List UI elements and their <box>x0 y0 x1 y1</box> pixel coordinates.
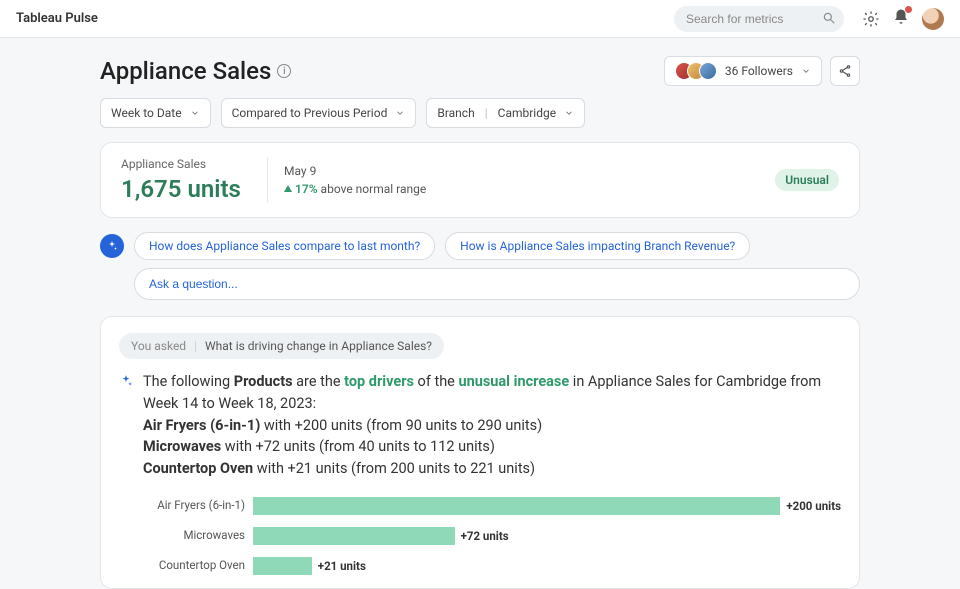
answer-seg: with +72 units (from 40 units to 112 uni… <box>221 438 495 455</box>
answer-seg: of the <box>414 373 459 390</box>
filter-comparison[interactable]: Compared to Previous Period <box>221 98 417 128</box>
chevron-down-icon <box>801 66 811 76</box>
metric-date: May 9 <box>284 164 426 178</box>
chart-bar <box>253 497 780 515</box>
chart-row: Countertop Oven +21 units <box>143 554 841 578</box>
chevron-down-icon <box>395 108 405 118</box>
search-icon <box>822 11 836 25</box>
answer-seg: Products <box>234 373 293 390</box>
suggestion-pill[interactable]: How is Appliance Sales impacting Branch … <box>445 232 750 260</box>
chart-bar <box>253 527 455 545</box>
followers-count: 36 Followers <box>725 64 793 78</box>
filter-comparison-label: Compared to Previous Period <box>232 106 388 120</box>
notification-dot-icon <box>905 6 912 13</box>
answer-seg: with +200 units (from 90 units to 290 un… <box>260 417 542 434</box>
chart-value-label: +72 units <box>461 529 509 543</box>
chart-category-label: Air Fryers (6-in-1) <box>143 499 253 512</box>
chart-track: +72 units <box>253 527 841 545</box>
ask-input[interactable] <box>134 268 860 300</box>
notifications-button[interactable] <box>892 8 910 30</box>
asked-prefix: You asked <box>131 339 186 353</box>
sparkle-icon <box>106 240 118 252</box>
chart-category-label: Countertop Oven <box>143 559 253 572</box>
answer-seg: Air Fryers (6-in-1) <box>143 417 260 434</box>
status-badge: Unusual <box>775 169 839 191</box>
answer-seg: are the <box>293 373 345 390</box>
answer-card: You asked | What is driving change in Ap… <box>100 316 860 589</box>
chart-value-label: +21 units <box>318 559 366 573</box>
share-icon <box>838 64 852 78</box>
filter-dimension-value: Cambridge <box>498 106 556 120</box>
followers-button[interactable]: 36 Followers <box>664 56 822 86</box>
filters-row: Week to Date Compared to Previous Period… <box>100 98 860 128</box>
metric-delta-suffix: above normal range <box>318 182 427 196</box>
search-wrap <box>674 6 844 32</box>
gear-icon[interactable] <box>862 10 880 28</box>
suggestion-pill[interactable]: How does Appliance Sales compare to last… <box>134 232 435 260</box>
divider-icon: | <box>485 106 488 120</box>
ai-sparkle-button[interactable] <box>100 234 124 258</box>
chevron-down-icon <box>190 108 200 118</box>
chart-value-label: +200 units <box>786 499 841 513</box>
followers-avatars <box>675 62 717 80</box>
triangle-up-icon <box>284 185 292 192</box>
questions-row: How does Appliance Sales compare to last… <box>100 232 860 260</box>
avatar-icon <box>699 62 717 80</box>
brand: Tableau Pulse <box>16 11 98 26</box>
title-row: Appliance Sales i 36 Followers <box>100 56 860 86</box>
filter-time-label: Week to Date <box>111 106 182 120</box>
search-input[interactable] <box>674 6 844 32</box>
metric-delta-row: 17% above normal range <box>284 182 426 196</box>
divider-icon <box>267 158 268 202</box>
page-title-text: Appliance Sales <box>100 57 271 85</box>
filter-dimension[interactable]: Branch | Cambridge <box>426 98 585 128</box>
sparkle-icon <box>119 374 133 480</box>
divider-icon: | <box>194 339 197 353</box>
metric-card: Appliance Sales 1,675 units May 9 17% ab… <box>100 142 860 218</box>
chevron-down-icon <box>564 108 574 118</box>
answer-seg: The following <box>143 373 234 390</box>
answer-seg: unusual increase <box>458 373 569 390</box>
share-button[interactable] <box>830 56 860 86</box>
filter-dimension-name: Branch <box>437 106 474 120</box>
metric-value: 1,675 units <box>121 175 251 203</box>
answer-seg: Countertop Oven <box>143 460 253 477</box>
chart-row: Air Fryers (6-in-1) +200 units <box>143 494 841 518</box>
answer-seg: top drivers <box>344 373 414 390</box>
filter-time[interactable]: Week to Date <box>100 98 211 128</box>
topbar: Tableau Pulse <box>0 0 960 38</box>
chart-row: Microwaves +72 units <box>143 524 841 548</box>
info-icon[interactable]: i <box>277 64 291 78</box>
page-title: Appliance Sales i <box>100 57 291 85</box>
asked-question: What is driving change in Appliance Sale… <box>205 339 432 353</box>
answer-seg: Microwaves <box>143 438 221 455</box>
metric-label: Appliance Sales <box>121 157 251 171</box>
chart-bar <box>253 557 312 575</box>
avatar[interactable] <box>922 8 944 30</box>
answer-text: The following Products are the top drive… <box>143 371 841 480</box>
chart-category-label: Microwaves <box>143 529 253 542</box>
driver-bar-chart: Air Fryers (6-in-1) +200 units Microwaves +… <box>143 494 841 578</box>
chart-track: +21 units <box>253 557 841 575</box>
chart-track: +200 units <box>253 497 841 515</box>
answer-seg: with +21 units (from 200 units to 221 un… <box>253 460 535 477</box>
asked-pill: You asked | What is driving change in Ap… <box>119 333 444 359</box>
metric-delta: 17% <box>295 182 318 196</box>
